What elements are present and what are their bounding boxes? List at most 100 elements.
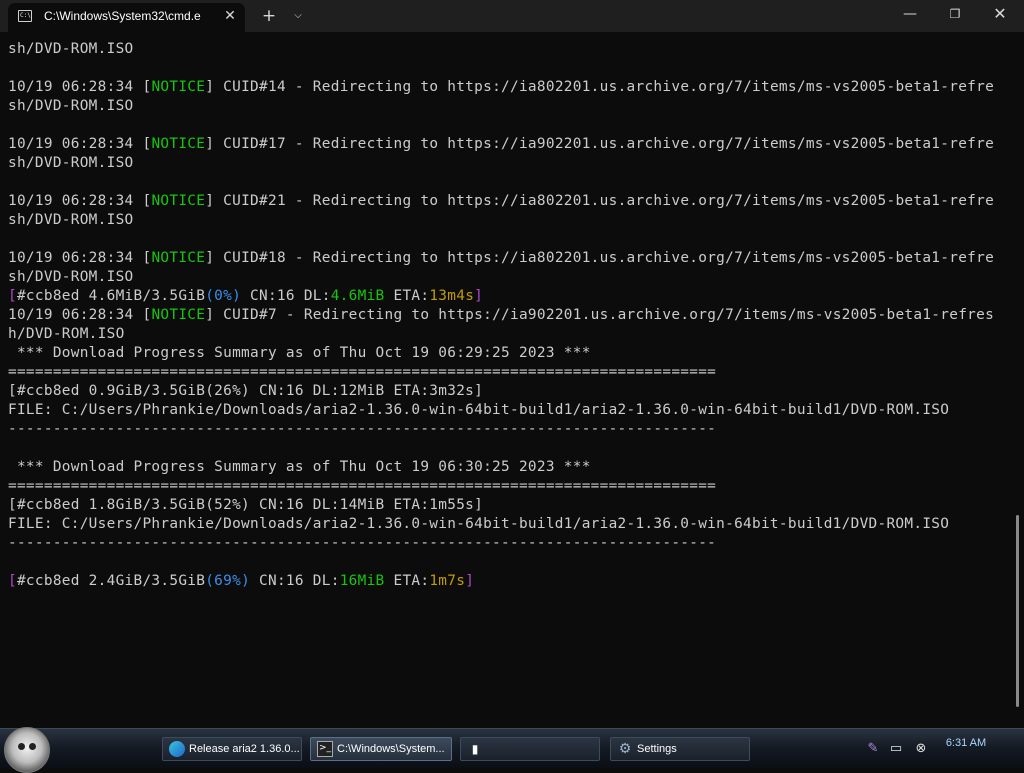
terminal-line: h/DVD-ROM.ISO (8, 325, 1008, 344)
terminal-text: ========================================… (8, 364, 717, 380)
terminal-text: ] CUID#14 - Redirecting to https://ia802… (205, 79, 995, 95)
taskbar-item-label: Settings (637, 743, 677, 755)
taskbar-item-settings[interactable]: ⚙ Settings (610, 737, 750, 761)
terminal-text: ] (465, 573, 475, 589)
terminal-text: ] CUID#17 - Redirecting to https://ia902… (205, 136, 995, 152)
title-bar: C:\ C:\Windows\System32\cmd.e ✕ + ⌵ — ❐ … (0, 0, 1024, 32)
app-icon: ▮ (471, 742, 479, 756)
network-icon[interactable]: ⊗ (912, 740, 930, 758)
close-window-button[interactable]: ✕ (983, 2, 1017, 26)
terminal-text: NOTICE (151, 136, 206, 152)
terminal-line: 10/19 06:28:34 [NOTICE] CUID#14 - Redire… (8, 78, 1008, 97)
terminal-line: sh/DVD-ROM.ISO (8, 40, 1008, 59)
terminal-text: 13m4s (429, 288, 475, 304)
taskbar-item-browser[interactable]: Release aria2 1.36.0... (162, 737, 302, 761)
terminal-line: 10/19 06:28:34 [NOTICE] CUID#18 - Redire… (8, 249, 1008, 268)
terminal-text: ETA: (384, 288, 430, 304)
terminal-text: 10/19 06:28:34 [ (8, 307, 152, 323)
terminal-text: sh/DVD-ROM.ISO (8, 269, 134, 285)
terminal-text: 4.6MiB (330, 288, 385, 304)
terminal-line: sh/DVD-ROM.ISO (8, 211, 1008, 230)
terminal-text: ] CUID#18 - Redirecting to https://ia802… (205, 250, 995, 266)
minimize-button[interactable]: — (893, 2, 927, 26)
terminal-text: NOTICE (151, 307, 206, 323)
monitor-icon[interactable]: ▭ (887, 740, 905, 758)
terminal-line: 10/19 06:28:34 [NOTICE] CUID#17 - Redire… (8, 135, 1008, 154)
taskbar-item-label: Release aria2 1.36.0... (189, 743, 299, 755)
terminal-line: ----------------------------------------… (8, 420, 1008, 439)
terminal-line: FILE: C:/Users/Phrankie/Downloads/aria2-… (8, 401, 1008, 420)
terminal-text: NOTICE (151, 250, 206, 266)
terminal-icon: >_ (317, 741, 333, 757)
terminal-line: 10/19 06:28:34 [NOTICE] CUID#21 - Redire… (8, 192, 1008, 211)
terminal-text: 16MiB (339, 573, 385, 589)
terminal-line: *** Download Progress Summary as of Thu … (8, 344, 1008, 363)
terminal-text: [#ccb8ed 0.9GiB/3.5GiB(26%) CN:16 DL:12M… (8, 383, 484, 399)
terminal-text: ] CUID#7 - Redirecting to https://ia9022… (205, 307, 995, 323)
terminal-line: *** Download Progress Summary as of Thu … (8, 458, 1008, 477)
terminal-line: FILE: C:/Users/Phrankie/Downloads/aria2-… (8, 515, 1008, 534)
terminal-text: 10/19 06:28:34 [ (8, 250, 152, 266)
terminal-text: CN:16 DL: (241, 288, 331, 304)
terminal-text: ] (474, 288, 484, 304)
terminal-line: ========================================… (8, 477, 1008, 496)
terminal-text: sh/DVD-ROM.ISO (8, 155, 134, 171)
maximize-button[interactable]: ❐ (938, 2, 972, 26)
terminal-text: (69%) (205, 573, 251, 589)
terminal-text: ] CUID#21 - Redirecting to https://ia802… (205, 193, 995, 209)
feather-icon[interactable]: ✎ (864, 740, 882, 758)
taskbar: Release aria2 1.36.0... >_ C:\Windows\Sy… (0, 727, 1024, 773)
skull-icon (18, 743, 36, 751)
gear-icon: ⚙ (618, 741, 632, 757)
scrollbar[interactable] (1016, 515, 1019, 707)
terminal-text: ----------------------------------------… (8, 421, 717, 437)
terminal-line: [#ccb8ed 1.8GiB/3.5GiB(52%) CN:16 DL:14M… (8, 496, 1008, 515)
terminal-text: NOTICE (151, 193, 206, 209)
terminal-line: ----------------------------------------… (8, 534, 1008, 553)
taskbar-item-label: C:\Windows\System... (337, 743, 445, 755)
terminal-text: ========================================… (8, 478, 717, 494)
new-tab-button[interactable]: + (257, 4, 281, 28)
terminal-text: sh/DVD-ROM.ISO (8, 212, 134, 228)
terminal-line: sh/DVD-ROM.ISO (8, 154, 1008, 173)
terminal-text: [#ccb8ed 1.8GiB/3.5GiB(52%) CN:16 DL:14M… (8, 497, 484, 513)
terminal-text: CN:16 DL: (250, 573, 340, 589)
tab-cmd[interactable]: C:\ C:\Windows\System32\cmd.e ✕ (8, 3, 245, 32)
terminal-text: 10/19 06:28:34 [ (8, 79, 152, 95)
terminal-icon: C:\ (18, 10, 32, 22)
tab-title: C:\Windows\System32\cmd.e (44, 9, 201, 23)
terminal-line: ========================================… (8, 363, 1008, 382)
terminal-line: [#ccb8ed 0.9GiB/3.5GiB(26%) CN:16 DL:12M… (8, 382, 1008, 401)
chevron-down-icon[interactable]: ⌵ (286, 4, 310, 28)
terminal-line: [#ccb8ed 2.4GiB/3.5GiB(69%) CN:16 DL:16M… (8, 572, 1008, 591)
taskbar-item-app[interactable]: ▮ (460, 737, 600, 761)
clock[interactable]: 6:31 AM (938, 737, 994, 751)
terminal-text: ETA: (384, 573, 430, 589)
terminal-text: 1m7s (429, 573, 466, 589)
terminal-text: 10/19 06:28:34 [ (8, 136, 152, 152)
terminal-output[interactable]: sh/DVD-ROM.ISO 10/19 06:28:34 [NOTICE] CU… (8, 40, 1008, 728)
terminal-text: [ (8, 573, 17, 589)
terminal-text: FILE: C:/Users/Phrankie/Downloads/aria2-… (8, 516, 950, 532)
terminal-text: #ccb8ed 4.6MiB/3.5GiB (16, 288, 206, 304)
terminal-text: (0%) (205, 288, 242, 304)
taskbar-item-terminal[interactable]: >_ C:\Windows\System... (310, 737, 452, 761)
terminal-text: FILE: C:/Users/Phrankie/Downloads/aria2-… (8, 402, 950, 418)
terminal-text: [ (8, 288, 17, 304)
terminal-line: sh/DVD-ROM.ISO (8, 268, 1008, 287)
terminal-text: sh/DVD-ROM.ISO (8, 41, 134, 57)
terminal-line: sh/DVD-ROM.ISO (8, 97, 1008, 116)
close-icon[interactable]: ✕ (221, 7, 239, 25)
terminal-text: *** Download Progress Summary as of Thu … (8, 459, 591, 475)
terminal-text: NOTICE (151, 79, 206, 95)
terminal-line: 10/19 06:28:34 [NOTICE] CUID#7 - Redirec… (8, 306, 1008, 325)
start-button[interactable] (4, 727, 50, 773)
taskbar-item-label (487, 738, 597, 760)
terminal-text: #ccb8ed 2.4GiB/3.5GiB (16, 573, 206, 589)
